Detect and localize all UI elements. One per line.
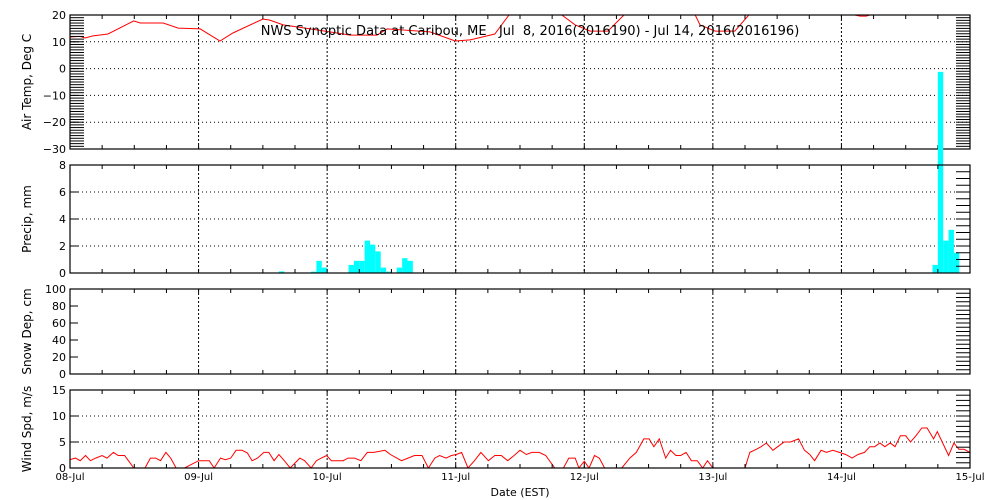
y-tick-label: 20 [52,9,66,22]
y-tick-label: 5 [59,436,66,449]
y-tick-label: 10 [52,410,66,423]
precip-bar [348,264,354,273]
precip-bar [375,251,381,273]
chart-title: NWS Synoptic Data at Caribou, ME Jul 8, … [261,24,800,39]
synoptic-chart: −30 −20 −10 0 10 20 Air Temp, Deg C 0 2 4 6 8 Precip… [20,9,985,499]
precip-bar [370,244,376,273]
precip-bar [380,267,387,273]
y-tick-label: −20 [43,116,66,129]
x-tick-label: 08-Jul [56,472,85,483]
precip-bar [321,267,328,273]
precip-bar [316,260,322,273]
y-tick-label: 60 [52,317,66,330]
x-tick-label: 15-Jul [956,472,985,483]
y-tick-label: 100 [45,283,66,296]
x-tick-label: 14-Jul [827,472,856,483]
panel-snow: 0 20 40 60 80 100 Snow Dep, cm [20,283,971,381]
y-tick-label: 40 [52,334,66,347]
y-tick-label: 0 [59,368,66,381]
y-axis-label-temp: Air Temp, Deg C [20,34,34,130]
precip-bar [943,240,949,273]
y-axis-label-snow: Snow Dep, cm [20,288,34,374]
x-tick-label: 09-Jul [184,472,213,483]
x-tick-label: 12-Jul [570,472,599,483]
panel-frame [69,389,971,469]
precip-bar [932,264,938,273]
y-tick-label: −30 [43,143,66,156]
y-tick-label: 10 [52,36,66,49]
wind-series-line [70,427,970,468]
y-tick-label: −10 [43,89,66,102]
y-axis-label-precip: Precip, mm [20,185,34,253]
x-tick-label: 10-Jul [313,472,342,483]
y-tick-label: 4 [59,213,66,226]
y-tick-label: 15 [52,384,66,397]
precip-bar [407,260,413,273]
x-axis-label: Date (EST) [490,486,549,499]
precip-bar [953,252,960,273]
panel-frame [69,288,971,375]
y-tick-label: 20 [52,351,66,364]
y-tick-label: 8 [59,159,66,172]
precip-bar [948,229,954,273]
x-tick-label: 11-Jul [441,472,470,483]
precip-bar [359,260,365,273]
y-tick-label: 0 [59,267,66,280]
y-axis-label-wind: Wind Spd, m/s [20,386,34,472]
precip-bar [402,258,408,273]
precip-bar [364,240,370,273]
panel-wind: 051015Wind Spd, m/s [20,384,971,475]
panel-precip: 0 2 4 6 8 Precip, mm [20,71,971,280]
x-tick-label: 13-Jul [698,472,727,483]
precip-bar [353,260,360,273]
precip-bar [396,267,403,273]
y-tick-label: 2 [59,240,66,253]
y-tick-label: 80 [52,300,66,313]
precip-bar [937,71,944,273]
y-tick-label: 0 [59,63,66,76]
y-tick-label: 6 [59,186,66,199]
